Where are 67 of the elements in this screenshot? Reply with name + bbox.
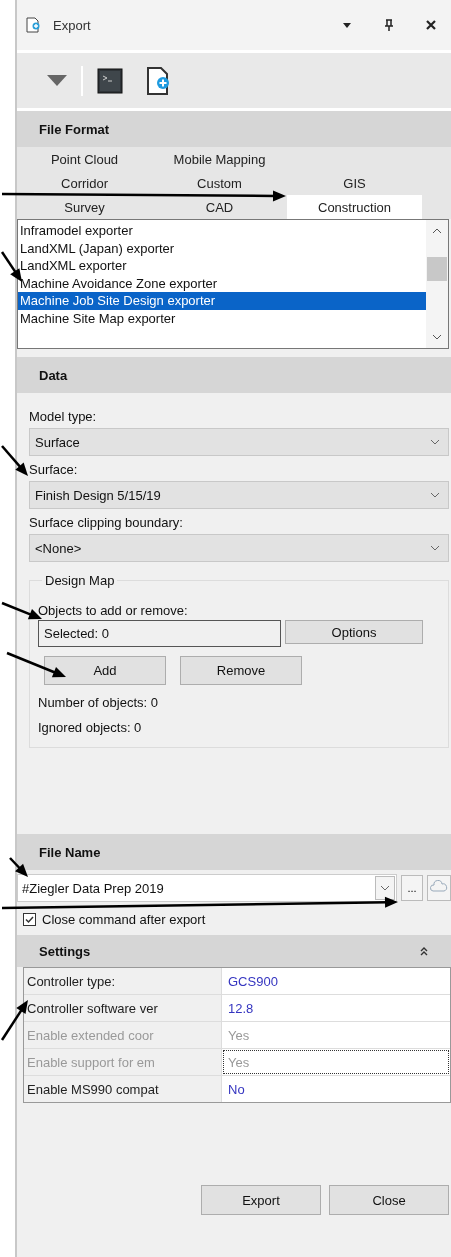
section-title: Settings — [39, 943, 91, 959]
tab[interactable]: Point Cloud — [17, 147, 152, 171]
dropdown[interactable]: Surface — [29, 428, 449, 456]
close-icon[interactable] — [425, 19, 437, 31]
list-item[interactable]: Machine Job Site Design exporter — [18, 292, 426, 310]
section-header: Data — [17, 357, 451, 393]
export-button[interactable]: Export — [201, 1185, 321, 1215]
list-item[interactable]: LandXML (Japan) exporter — [18, 239, 426, 257]
tab[interactable]: Custom — [152, 171, 287, 195]
tab[interactable]: Corridor — [17, 171, 152, 195]
property-name: Enable support for em — [24, 1049, 222, 1075]
tab[interactable]: Construction — [287, 195, 422, 219]
checkbox[interactable] — [23, 913, 36, 926]
triangle-icon[interactable] — [47, 74, 67, 87]
options-button[interactable]: Options — [285, 620, 423, 644]
tab[interactable]: CAD — [152, 195, 287, 219]
chevron-down-icon — [430, 545, 440, 551]
browse-button[interactable]: ... — [401, 875, 423, 901]
dropdown[interactable]: <None> — [29, 534, 449, 562]
scroll-thumb[interactable] — [427, 257, 447, 281]
field-label: Surface: — [29, 462, 78, 477]
remove-button[interactable]: Remove — [180, 656, 302, 685]
list-item[interactable]: LandXML exporter — [18, 257, 426, 275]
export-icon — [25, 17, 41, 33]
property-name: Enable extended coor — [24, 1022, 222, 1048]
property-value[interactable]: GCS900 — [222, 968, 450, 994]
pin-icon[interactable] — [383, 19, 395, 31]
chevron-down-icon[interactable] — [375, 876, 395, 900]
add-button[interactable]: Add — [44, 656, 166, 685]
object-count: Number of objects: 0 — [38, 695, 159, 710]
section-header: File Format — [17, 111, 451, 147]
dropdown[interactable]: Finish Design 5/15/19 — [29, 481, 449, 509]
annotation-arrow — [1, 445, 28, 476]
list-item[interactable]: Inframodel exporter — [18, 222, 426, 240]
field-label: Objects to add or remove: — [38, 603, 189, 618]
ignored-count: Ignored objects: 0 — [38, 720, 143, 735]
property-name: Controller type: — [24, 968, 222, 994]
selection-field[interactable]: Selected: 0 — [38, 620, 281, 647]
annotation-arrow — [0, 251, 22, 282]
scroll-down-icon[interactable] — [432, 334, 442, 340]
terminal-icon[interactable] — [97, 67, 123, 94]
export-icon[interactable] — [145, 66, 171, 95]
collapse-icon[interactable] — [419, 946, 429, 956]
field-label: Surface clipping boundary: — [29, 515, 183, 530]
checkbox-label: Close command after export — [42, 912, 206, 927]
scroll-up-icon[interactable] — [432, 228, 442, 234]
property-name: Controller software ver — [24, 995, 222, 1021]
property-value[interactable]: 12.8 — [222, 995, 450, 1021]
tab[interactable]: Survey — [17, 195, 152, 219]
annotation-arrow — [6, 651, 66, 678]
annotation-arrow — [0, 1000, 28, 1041]
window-title: Export — [53, 17, 92, 33]
chevron-down-icon — [430, 439, 440, 445]
group-title: Design Map — [42, 573, 118, 588]
annotation-arrow — [9, 857, 28, 877]
tab[interactable]: GIS — [287, 171, 422, 195]
section-header: File Name — [17, 834, 451, 870]
list-item[interactable]: Machine Avoidance Zone exporter — [18, 274, 426, 292]
field-label: Model type: — [29, 409, 97, 424]
file-name-field[interactable]: #Ziegler Data Prep 2019 — [17, 874, 397, 902]
list-item[interactable]: Machine Site Map exporter — [18, 309, 426, 327]
close-button[interactable]: Close — [329, 1185, 449, 1215]
scrollbar[interactable] — [426, 220, 448, 348]
property-name: Enable MS990 compat — [24, 1076, 222, 1102]
tab[interactable]: Mobile Mapping — [152, 147, 287, 171]
chevron-down-icon — [430, 492, 440, 498]
property-value[interactable]: No — [222, 1076, 450, 1102]
